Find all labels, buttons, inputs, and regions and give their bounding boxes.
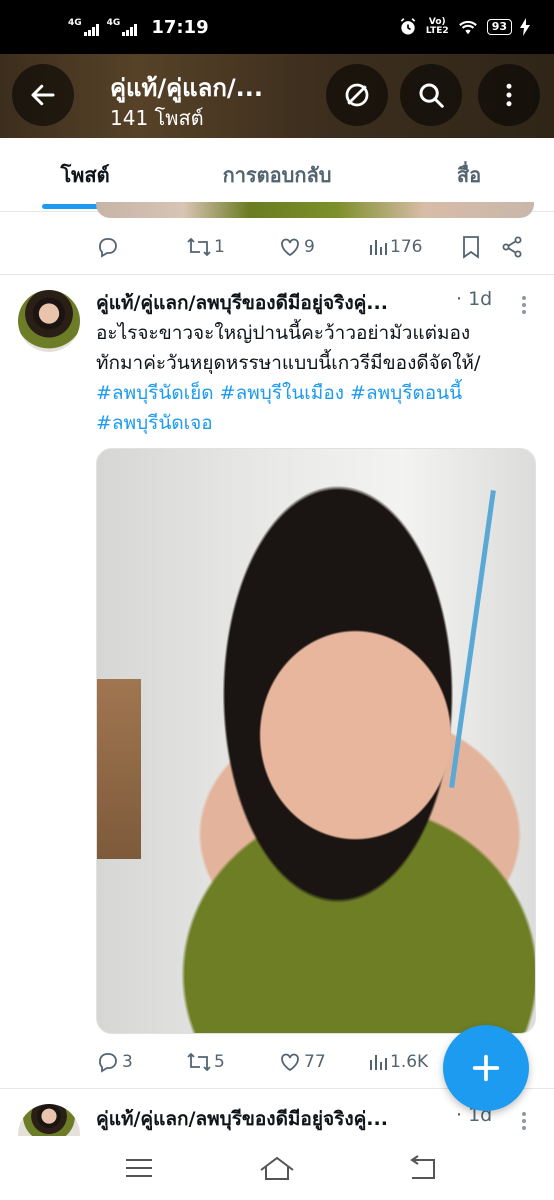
reply-button[interactable] [96, 235, 120, 259]
plus-icon [472, 1054, 500, 1082]
tab-posts[interactable]: โพสต์ [0, 138, 170, 211]
signal-bars-icon [122, 23, 138, 36]
previous-tweet-media[interactable] [96, 202, 534, 218]
signal-bars-icon [83, 23, 99, 36]
bookmark-button[interactable] [460, 235, 482, 259]
views-chart-icon [370, 240, 387, 255]
reply-button[interactable]: 3 [96, 1050, 133, 1074]
explore-off-icon [345, 83, 369, 107]
signal-2: 4G [106, 17, 138, 36]
wifi-icon [458, 20, 477, 35]
clock: 17:19 [151, 16, 209, 38]
views-chart-icon [370, 1055, 387, 1070]
tab-media[interactable]: สื่อ [384, 138, 554, 211]
tweet-author-name[interactable]: คู่แท้/คู่แลก/ลพบุรีของดีมีอยู่จริงคู่..… [96, 1104, 388, 1134]
tweet-more-button[interactable] [514, 1106, 534, 1136]
system-navigation-bar [0, 1136, 554, 1200]
post-count: 141 โพสต์ [110, 106, 204, 130]
lte-label: LTE2 [425, 26, 449, 36]
more-vertical-icon [506, 83, 512, 107]
hashtag-line[interactable]: #ลพบุรีนัดเจอ [96, 408, 541, 438]
share-button[interactable] [500, 235, 524, 259]
photo-background-stripe [449, 490, 496, 788]
search-icon [419, 83, 444, 108]
retweet-button[interactable]: 5 [186, 1050, 225, 1074]
search-button[interactable] [400, 64, 462, 126]
retweet-count: 1 [214, 237, 225, 257]
back-icon[interactable] [406, 1154, 438, 1182]
network-type-label: 4G [68, 17, 82, 28]
tweet-time: · 1d [456, 288, 493, 310]
reply-icon [99, 238, 117, 258]
network-type-label: 4G [106, 17, 121, 28]
like-button[interactable]: 77 [278, 1050, 326, 1074]
views-button[interactable]: 1.6K [368, 1052, 428, 1072]
status-bar: 4G 4G 17:19 Vo) LTE2 93 [0, 0, 554, 54]
view-count: 176 [390, 237, 423, 257]
previous-tweet-actions: 1 9 176 [96, 232, 536, 262]
heart-icon [281, 1053, 299, 1072]
avatar[interactable] [18, 290, 80, 352]
share-icon [502, 236, 522, 258]
back-button[interactable] [12, 64, 74, 126]
battery-indicator: 93 [486, 19, 512, 35]
alarm-icon [400, 18, 416, 35]
tweet-more-button[interactable] [514, 290, 534, 320]
retweet-icon [187, 1052, 211, 1072]
explore-off-button[interactable] [326, 64, 388, 126]
bookmark-icon [463, 236, 479, 259]
retweet-count: 5 [214, 1052, 225, 1072]
tweet-photo[interactable] [96, 448, 536, 1034]
compose-button[interactable] [443, 1025, 529, 1111]
photo-background-box [97, 679, 141, 859]
hashtag-line[interactable]: #ลพบุรีนัดเย็ด #ลพบุรีในเมือง #ลพบุรีตอน… [96, 378, 541, 408]
profile-tabs: โพสต์ การตอบกลับ สื่อ [0, 138, 554, 212]
heart-icon [281, 238, 299, 257]
views-button[interactable]: 176 [368, 237, 422, 257]
profile-header: คู่แท้/คู่แลก/... 141 โพสต์ [0, 54, 554, 138]
like-count: 9 [304, 237, 315, 257]
retweet-button[interactable]: 1 [186, 235, 225, 259]
tweet-author-name[interactable]: คู่แท้/คู่แลก/ลพบุรีของดีมีอยู่จริงคู่..… [96, 288, 388, 318]
signal-1: 4G [68, 17, 99, 36]
like-button[interactable]: 9 [278, 235, 315, 259]
charging-icon [520, 18, 530, 36]
home-icon[interactable] [258, 1154, 296, 1182]
back-arrow-icon [31, 84, 55, 106]
tweet-text: อะไรจะขาวจะใหญ่ปานนี้คะว้าวอย่ามัวแต่มอง… [96, 318, 541, 438]
reply-icon [99, 1053, 117, 1073]
tweet-text-line: ทักมาค่ะวันหยุดหรรษาแบบนี้เกวรีมีของดีจั… [96, 352, 481, 374]
tab-replies[interactable]: การตอบกลับ [170, 138, 384, 211]
tweet-divider [0, 274, 554, 275]
volte-indicator: Vo) LTE2 [426, 18, 449, 36]
view-count: 1.6K [390, 1052, 429, 1072]
reply-count: 3 [122, 1052, 133, 1072]
tweet-text-line: อะไรจะขาวจะใหญ่ปานนี้คะว้าวอย่ามัวแต่มอง [96, 322, 471, 344]
menu-icon[interactable] [124, 1156, 154, 1180]
retweet-icon [187, 237, 211, 257]
more-options-button[interactable] [478, 64, 540, 126]
like-count: 77 [304, 1052, 326, 1072]
